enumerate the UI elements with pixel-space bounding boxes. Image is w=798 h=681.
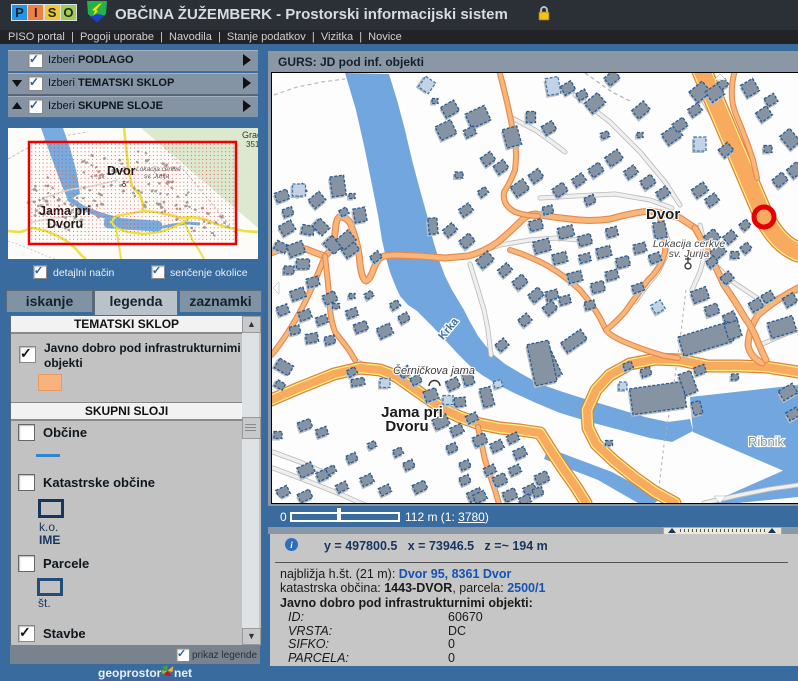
svg-text:Dvor: Dvor [646, 206, 680, 223]
svg-text:Dvoru: Dvoru [385, 418, 428, 435]
svg-text:sv. Jurija: sv. Jurija [669, 248, 710, 260]
svg-text:351: 351 [246, 140, 258, 149]
svg-text:Grad: Grad [242, 130, 258, 140]
svg-text:Černičkova jama: Černičkova jama [393, 364, 475, 377]
svg-text:Ribnik: Ribnik [748, 434, 785, 449]
